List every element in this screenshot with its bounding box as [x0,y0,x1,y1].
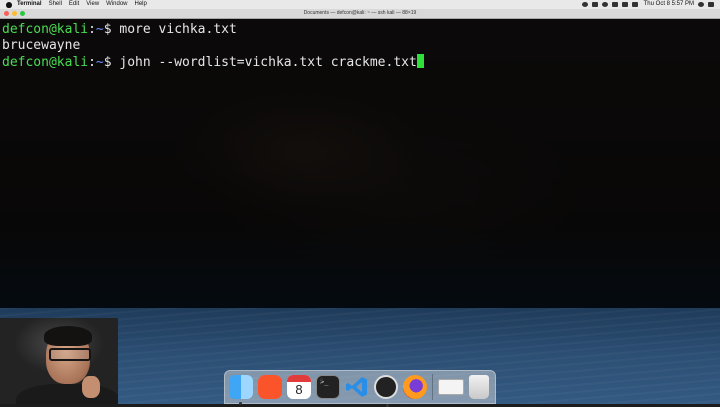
vscode-icon[interactable] [345,375,369,399]
presenter-glasses [49,348,91,361]
brave-browser-icon[interactable] [258,375,282,399]
obs-icon[interactable] [374,375,398,407]
battery-icon[interactable] [631,2,638,7]
calendar-header [287,375,311,382]
menu-help[interactable]: Help [135,0,147,9]
running-indicator [320,378,323,381]
dock: 8 >_ [224,370,496,407]
menu-app-name[interactable]: Terminal [17,0,42,9]
presenter-hand [82,376,100,398]
menu-edit[interactable]: Edit [69,0,79,9]
window-titlebar[interactable]: Documents — defcon@kali: ~ — ssh kali — … [0,9,720,19]
wifi-icon[interactable] [611,2,618,7]
volume-icon[interactable] [621,2,628,7]
prompt-path: ~ [95,55,104,70]
menu-shell[interactable]: Shell [49,0,62,9]
command-text: more vichka.txt [119,22,237,37]
list-icon[interactable] [708,2,714,7]
prompt-separator: : [88,55,96,70]
menu-view[interactable]: View [86,0,99,9]
record-icon[interactable] [581,2,588,7]
minimize-button[interactable] [12,11,17,16]
prompt-path: ~ [95,22,104,37]
presenter-hair [44,326,92,346]
calendar-icon[interactable]: 8 [287,375,311,399]
presenter-webcam [0,318,118,404]
terminal-line: brucewayne [2,38,720,54]
menu-window[interactable]: Window [106,0,127,9]
terminal-window[interactable]: Documents — defcon@kali: ~ — ssh kali — … [0,9,720,308]
command-output: brucewayne [2,38,81,53]
terminal-output[interactable]: defcon@kali:~$ more vichka.txt brucewayne… [2,22,720,71]
prompt-symbol: $ [103,22,120,37]
menu-bar-status: Thu Oct 8 5:57 PM [578,0,714,9]
command-input[interactable]: john --wordlist=vichka.txt crackme.txt [119,55,416,70]
terminal-app-icon[interactable]: >_ [316,375,340,399]
dock-separator [432,374,433,400]
close-button[interactable] [4,11,9,16]
vscode-logo [346,377,367,397]
maximize-button[interactable] [20,11,25,16]
prompt-symbol: $ [103,55,120,70]
terminal-line: defcon@kali:~$ more vichka.txt [2,22,720,38]
prompt-user: defcon@kali [2,22,89,37]
terminal-line: defcon@kali:~$ john --wordlist=vichka.tx… [2,54,720,71]
presenter-body [16,384,118,404]
finder-icon[interactable] [229,375,253,405]
screen-icon[interactable] [591,2,598,7]
prompt-user: defcon@kali [2,55,89,70]
search-icon[interactable] [698,2,704,7]
calendar-day: 8 [295,382,303,397]
text-cursor [416,54,424,68]
spinner-icon[interactable] [601,2,608,7]
trash-icon[interactable] [469,375,489,399]
apple-icon[interactable] [6,1,12,8]
window-title: Documents — defcon@kali: ~ — ssh kali — … [303,10,417,16]
preview-icon[interactable] [438,379,464,395]
menu-clock[interactable]: Thu Oct 8 5:57 PM [644,0,694,9]
prompt-separator: : [88,22,96,37]
firefox-icon[interactable] [403,375,427,399]
